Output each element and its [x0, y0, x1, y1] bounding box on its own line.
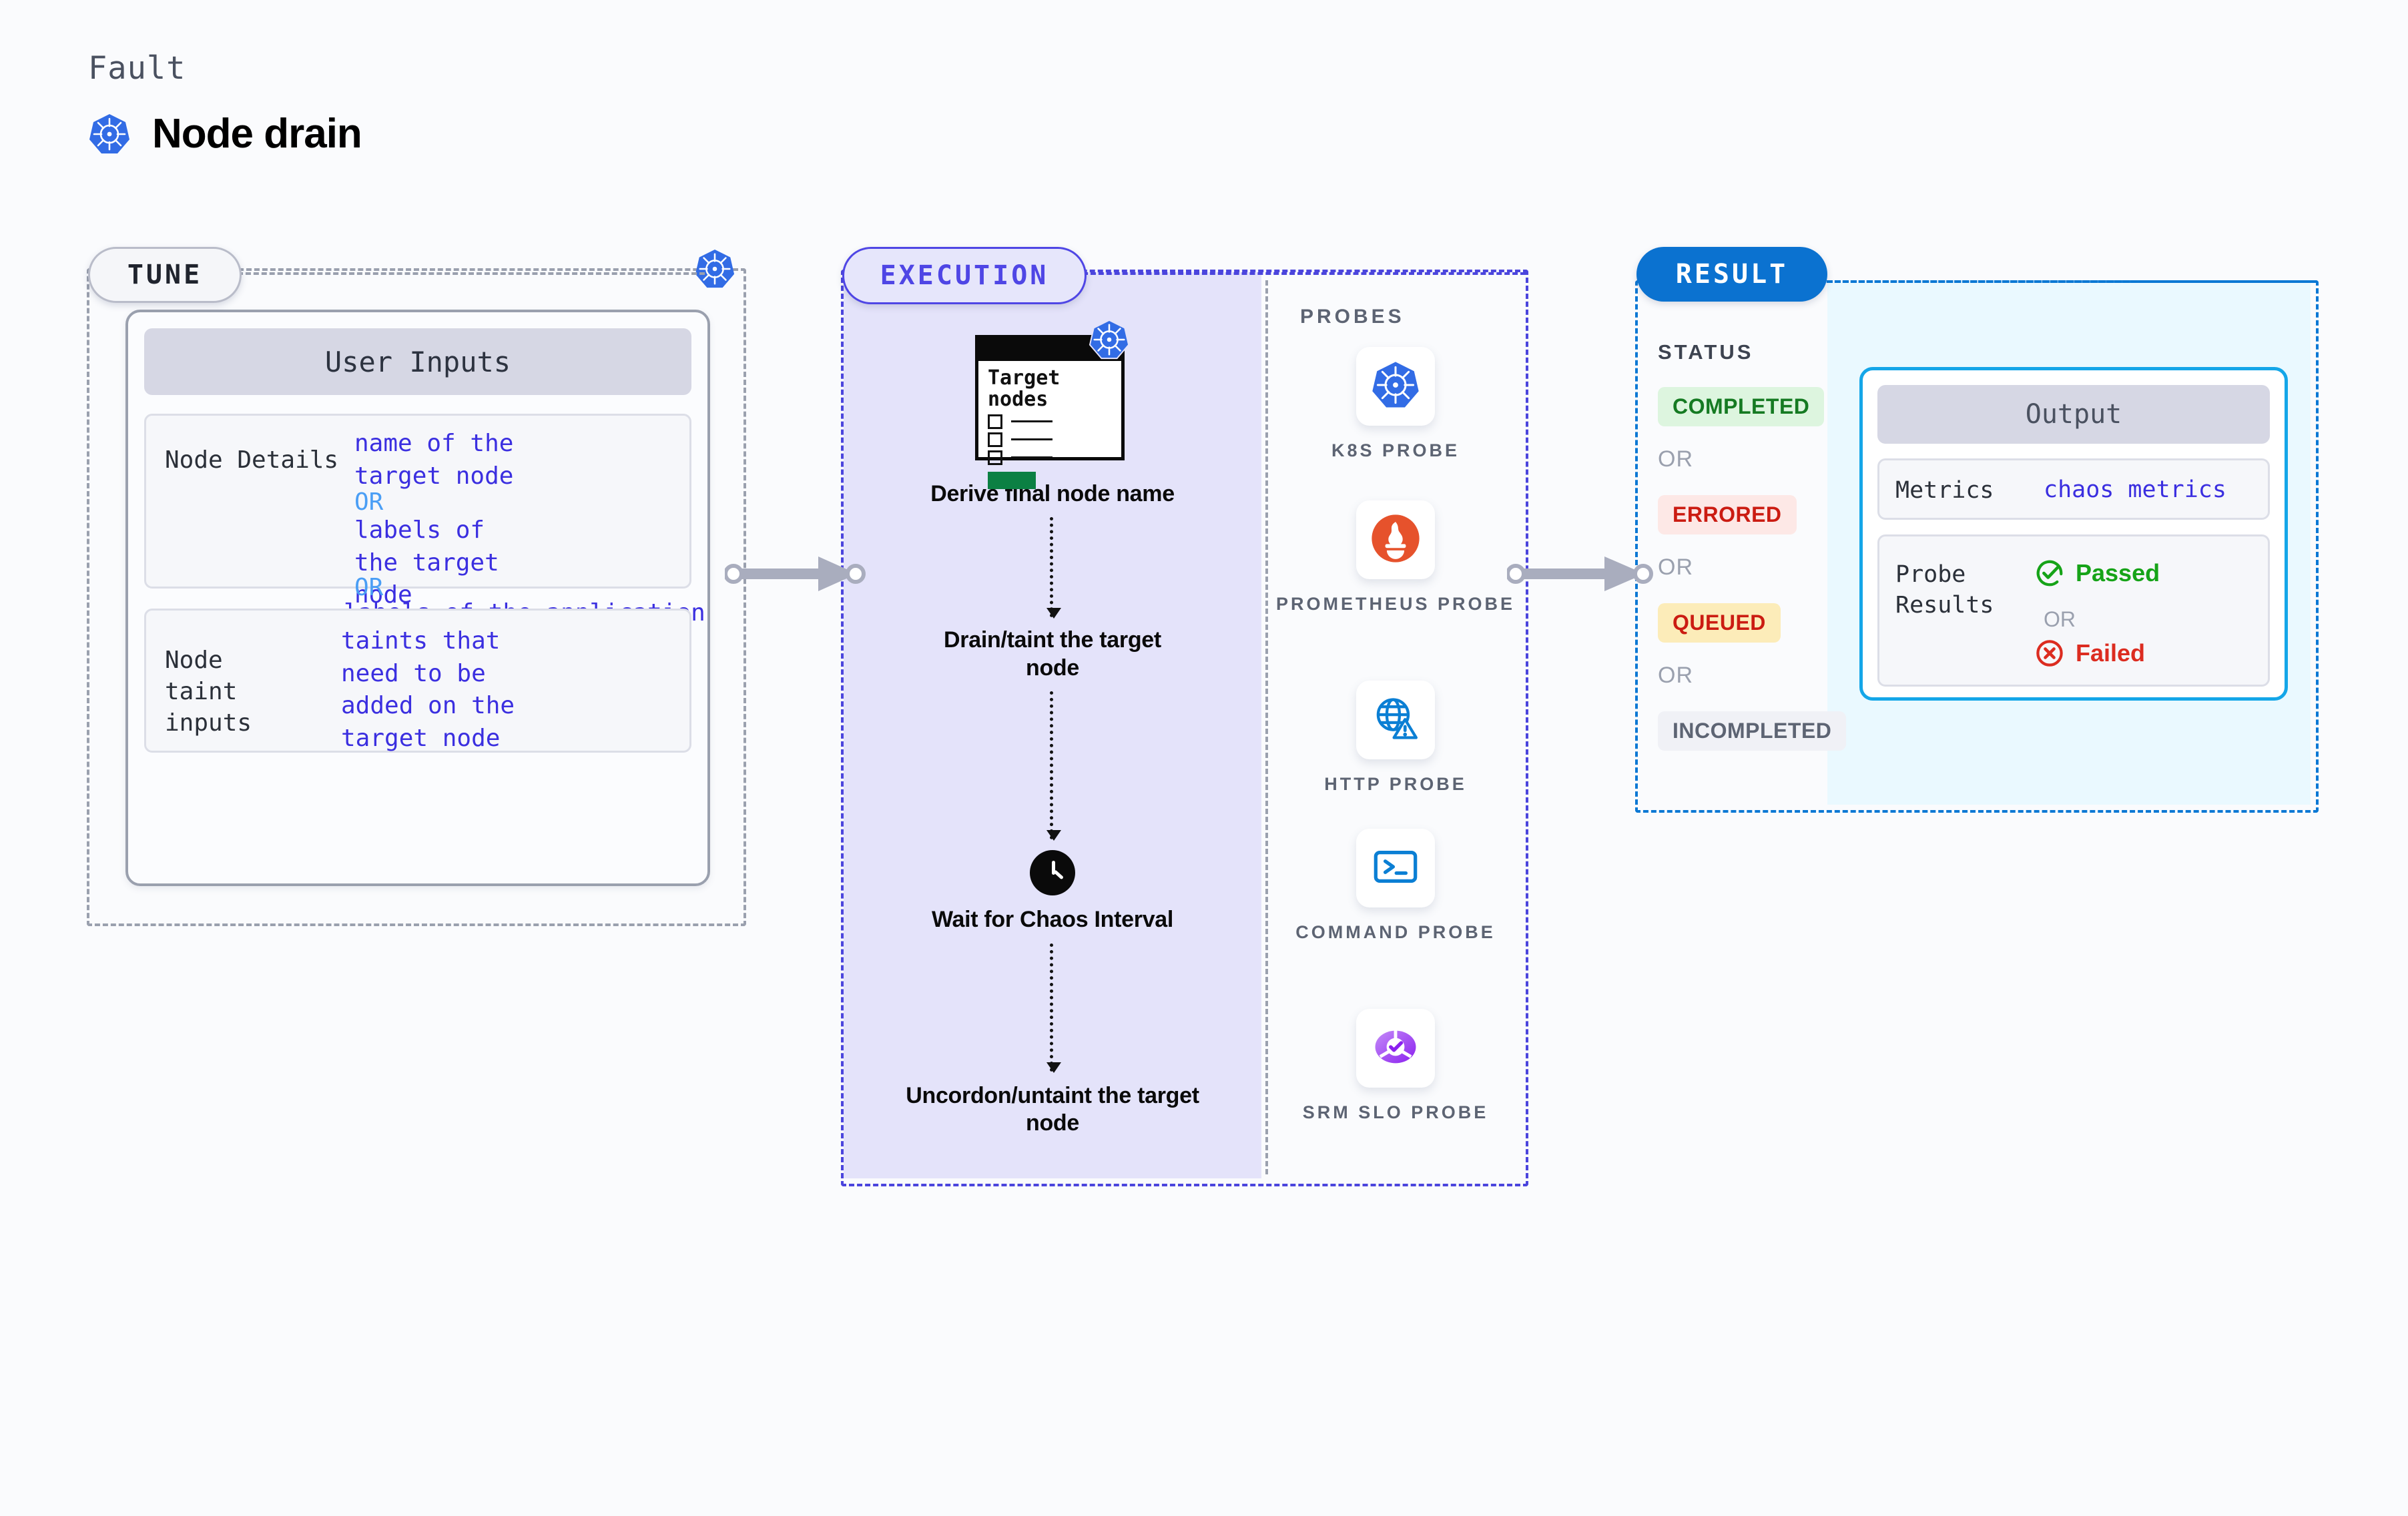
checkbox-icon: [988, 414, 1002, 429]
status-or-1: OR: [1658, 446, 1693, 472]
placeholder-rule: [1011, 456, 1052, 459]
target-card-title-line1: Target: [988, 366, 1061, 390]
probe-result-failed: Failed: [2034, 638, 2145, 669]
status-badge-errored: ERRORED: [1658, 495, 1797, 534]
check-circle-icon: [2036, 560, 2063, 587]
fault-eyebrow-label: Fault: [88, 50, 186, 87]
connector-execution-to-result: [1507, 556, 1653, 591]
kubernetes-icon: [694, 248, 735, 290]
kubernetes-icon: [1089, 319, 1130, 360]
checkbox-icon: [988, 450, 1002, 465]
srm-slo-icon: [1370, 1021, 1422, 1076]
status-or-2: OR: [1658, 554, 1693, 580]
output-key-probe-line1: Probe: [1895, 561, 1966, 588]
output-card: Output Metrics chaos metrics Probe Resul…: [1859, 367, 2288, 701]
target-card-checkbox-row: [978, 429, 1121, 447]
execution-step-label-derive: Derive final node name: [930, 481, 1175, 506]
clock-icon: [1030, 850, 1075, 896]
flow-arrow-1: [1046, 517, 1061, 619]
target-nodes-card: Target nodes: [975, 319, 1130, 489]
target-card-checkbox-row: [978, 447, 1121, 465]
placeholder-rule: [1011, 438, 1052, 441]
output-row-metrics: Metrics chaos metrics: [1877, 458, 2270, 520]
input-key-node-details: Node Details: [165, 446, 339, 474]
page-title: Node drain: [152, 111, 362, 157]
target-card-title-line2: nodes: [988, 388, 1048, 412]
input-row-node-details: Node Details name of the target node OR …: [144, 414, 705, 659]
connector-tune-to-execution: [725, 556, 866, 591]
probe-card-http[interactable]: HTTP PROBE: [1268, 681, 1523, 796]
probes-title: PROBES: [1300, 306, 1405, 328]
status-title: STATUS: [1658, 340, 1754, 364]
execution-flow: Target nodes Derive final node name Drai…: [844, 307, 1261, 1138]
output-value-metrics: chaos metrics: [2044, 476, 2226, 503]
execution-badge[interactable]: EXECUTION: [842, 247, 1087, 304]
tune-badge-connector: [238, 272, 705, 275]
status-badge-completed: COMPLETED: [1658, 387, 1825, 426]
probe-label-http: HTTP PROBE: [1324, 774, 1467, 794]
user-inputs-header: User Inputs: [144, 328, 691, 395]
execution-step-label-drain: Drain/taint the target node: [944, 627, 1161, 681]
checkbox-icon: [988, 432, 1002, 447]
output-header: Output: [1877, 385, 2270, 444]
probe-card-srm-slo[interactable]: SRM SLO PROBE: [1268, 1009, 1523, 1124]
flow-arrow-2: [1046, 691, 1061, 841]
execution-badge-connector: [1083, 272, 1526, 275]
globe-warning-icon: [1370, 693, 1421, 747]
output-key-metrics: Metrics: [1895, 477, 1994, 504]
terminal-icon: [1370, 841, 1421, 895]
kubernetes-icon: [88, 113, 131, 155]
input-key-node-taint: Node taint inputs: [165, 647, 252, 737]
status-badge-incompleted: INCOMPLETED: [1658, 711, 1847, 751]
input-row-node-taint: Node taint inputs taints that need to be…: [144, 609, 691, 753]
probe-card-prometheus[interactable]: PROMETHEUS PROBE: [1268, 500, 1523, 616]
x-circle-icon: [2036, 640, 2063, 667]
probe-result-failed-label: Failed: [2076, 639, 2146, 667]
input-value-node-taint: taints that need to be added on the targ…: [341, 627, 515, 752]
probe-card-k8s[interactable]: K8S PROBE: [1268, 347, 1523, 462]
probe-card-command[interactable]: COMMAND PROBE: [1268, 829, 1523, 944]
output-row-probe-results: Probe Results Passed OR Failed: [1877, 534, 2270, 687]
execution-step-label-wait: Wait for Chaos Interval: [931, 907, 1174, 933]
flow-arrow-3: [1046, 943, 1061, 1073]
status-or-3: OR: [1658, 663, 1693, 688]
prometheus-icon: [1370, 513, 1421, 567]
status-column: STATUS COMPLETED OR ERRORED OR QUEUED OR…: [1658, 340, 1847, 751]
probe-label-k8s: K8S PROBE: [1331, 440, 1460, 460]
probes-column: PROBES K8S PROBE PROMETHEUS PROBE HTTP P…: [1268, 280, 1523, 1174]
target-card-checkbox-row: [978, 411, 1121, 429]
fault-title-row: Node drain: [88, 110, 362, 157]
placeholder-rule: [1011, 420, 1052, 423]
tune-badge[interactable]: TUNE: [88, 247, 242, 303]
output-key-probe-line2: Results: [1895, 592, 1994, 619]
result-badge[interactable]: RESULT: [1636, 247, 1827, 302]
target-card-progress-bar: [988, 471, 1036, 489]
status-badge-queued: QUEUED: [1658, 603, 1781, 643]
probe-label-prometheus: PROMETHEUS PROBE: [1275, 594, 1516, 614]
kubernetes-icon: [1371, 360, 1420, 413]
input-value-node-name: name of the target node: [354, 430, 514, 490]
probe-label-command: COMMAND PROBE: [1295, 922, 1496, 942]
probe-label-srm-slo: SRM SLO PROBE: [1302, 1102, 1489, 1122]
user-inputs-card: User Inputs Node Details name of the tar…: [125, 310, 710, 886]
probe-result-passed: Passed: [2034, 558, 2160, 589]
probe-result-passed-label: Passed: [2076, 559, 2160, 587]
result-badge-connector: [1827, 280, 2315, 283]
execution-step-label-uncordon: Uncordon/untaint the target node: [906, 1082, 1199, 1136]
probe-result-or: OR: [2044, 607, 2076, 631]
